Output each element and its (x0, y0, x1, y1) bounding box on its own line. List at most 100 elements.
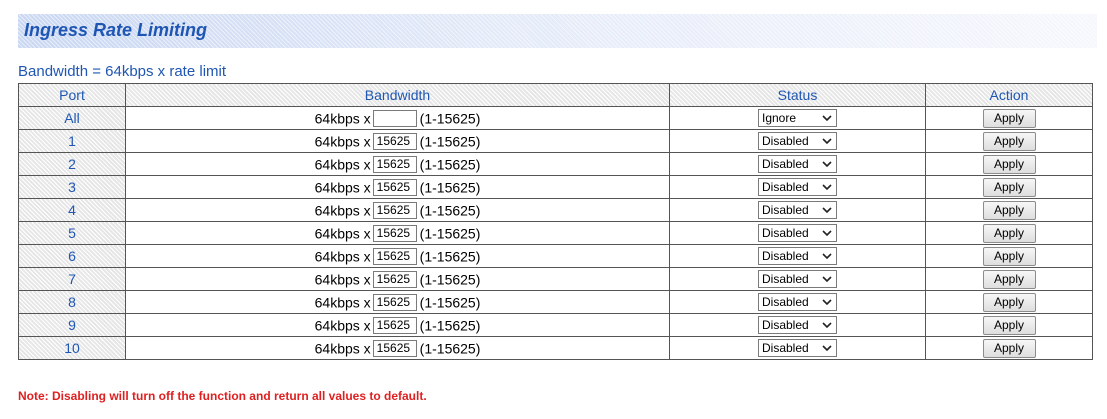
apply-button[interactable]: Apply (982, 292, 1036, 312)
apply-button[interactable]: Apply (982, 131, 1036, 151)
status-cell: Disabled (669, 175, 926, 199)
range-label: (1-15625) (419, 294, 481, 311)
bandwidth-prefix: 64kbps x (314, 133, 371, 150)
rate-limit-input[interactable] (372, 339, 417, 357)
port-label: 6 (18, 244, 126, 268)
bandwidth-prefix: 64kbps x (314, 110, 371, 127)
apply-button[interactable]: Apply (982, 338, 1036, 358)
action-cell: Apply (925, 198, 1093, 222)
status-value: Disabled (762, 318, 809, 333)
action-cell: Apply (925, 129, 1093, 153)
port-label: 8 (18, 290, 126, 314)
bandwidth-cell: 64kbps x (1-15625) (125, 198, 670, 222)
action-cell: Apply (925, 244, 1093, 268)
status-select[interactable]: Disabled (758, 316, 837, 335)
apply-button[interactable]: Apply (982, 315, 1036, 335)
table-row: 1 64kbps x (1-15625) Disabled Apply (18, 129, 1093, 153)
rate-limit-input[interactable] (372, 109, 417, 127)
table-row: 6 64kbps x (1-15625) Disabled Apply (18, 244, 1093, 268)
apply-button[interactable]: Apply (982, 246, 1036, 266)
table-row: 10 64kbps x (1-15625) Disabled Apply (18, 336, 1093, 360)
port-label: All (18, 106, 126, 130)
status-cell: Disabled (669, 244, 926, 268)
title-bar: Ingress Rate Limiting (18, 14, 1097, 48)
status-select[interactable]: Disabled (758, 178, 837, 197)
rate-limit-input[interactable] (372, 270, 417, 288)
status-select[interactable]: Disabled (758, 224, 837, 243)
status-select[interactable]: Disabled (758, 132, 837, 151)
apply-button[interactable]: Apply (982, 177, 1036, 197)
port-label: 1 (18, 129, 126, 153)
apply-button[interactable]: Apply (982, 154, 1036, 174)
rate-limit-input[interactable] (372, 293, 417, 311)
status-value: Disabled (762, 295, 809, 310)
rate-limit-input[interactable] (372, 316, 417, 334)
rate-limit-table: Port Bandwidth Status Action All 64kbps … (18, 83, 1093, 360)
action-cell: Apply (925, 336, 1093, 360)
bandwidth-cell: 64kbps x (1-15625) (125, 336, 670, 360)
rate-limit-input[interactable] (372, 224, 417, 242)
action-cell: Apply (925, 106, 1093, 130)
bandwidth-cell: 64kbps x (1-15625) (125, 290, 670, 314)
rate-limit-input[interactable] (372, 132, 417, 150)
status-select[interactable]: Disabled (758, 247, 837, 266)
status-value: Disabled (762, 341, 809, 356)
apply-button[interactable]: Apply (982, 269, 1036, 289)
status-cell: Disabled (669, 221, 926, 245)
bandwidth-prefix: 64kbps x (314, 340, 371, 357)
status-select[interactable]: Disabled (758, 293, 837, 312)
chevron-down-icon (822, 230, 832, 237)
status-select[interactable]: Disabled (758, 339, 837, 358)
status-cell: Disabled (669, 152, 926, 176)
range-label: (1-15625) (419, 317, 481, 334)
chevron-down-icon (822, 184, 832, 191)
chevron-down-icon (822, 345, 832, 352)
chevron-down-icon (822, 299, 832, 306)
port-label: 9 (18, 313, 126, 337)
status-select[interactable]: Disabled (758, 155, 837, 174)
status-cell: Disabled (669, 267, 926, 291)
rate-limit-input[interactable] (372, 247, 417, 265)
status-value: Disabled (762, 157, 809, 172)
bandwidth-cell: 64kbps x (1-15625) (125, 244, 670, 268)
bandwidth-cell: 64kbps x (1-15625) (125, 221, 670, 245)
range-label: (1-15625) (419, 202, 481, 219)
bandwidth-cell: 64kbps x (1-15625) (125, 267, 670, 291)
range-label: (1-15625) (419, 225, 481, 242)
range-label: (1-15625) (419, 156, 481, 173)
header-action: Action (925, 83, 1093, 107)
table-row: 9 64kbps x (1-15625) Disabled Apply (18, 313, 1093, 337)
rate-limit-input[interactable] (372, 155, 417, 173)
apply-button[interactable]: Apply (982, 108, 1036, 128)
status-value: Ignore (762, 111, 797, 126)
apply-button[interactable]: Apply (982, 200, 1036, 220)
bandwidth-prefix: 64kbps x (314, 225, 371, 242)
rate-limit-input[interactable] (372, 201, 417, 219)
action-cell: Apply (925, 313, 1093, 337)
bandwidth-prefix: 64kbps x (314, 156, 371, 173)
status-select[interactable]: Disabled (758, 201, 837, 220)
page-title: Ingress Rate Limiting (24, 20, 208, 40)
status-cell: Disabled (669, 129, 926, 153)
chevron-down-icon (822, 322, 832, 329)
port-label: 10 (18, 336, 126, 360)
chevron-down-icon (822, 276, 832, 283)
table-header-row: Port Bandwidth Status Action (18, 83, 1093, 107)
header-port: Port (18, 83, 126, 107)
status-value: Disabled (762, 226, 809, 241)
range-label: (1-15625) (419, 248, 481, 265)
rate-limit-input[interactable] (372, 178, 417, 196)
table-row: 8 64kbps x (1-15625) Disabled Apply (18, 290, 1093, 314)
status-select[interactable]: Ignore (758, 109, 837, 128)
chevron-down-icon (822, 161, 832, 168)
table-row: All 64kbps x (1-15625) Ignore Apply (18, 106, 1093, 130)
note-text: Note: Disabling will turn off the functi… (18, 389, 427, 403)
header-status: Status (669, 83, 926, 107)
status-cell: Ignore (669, 106, 926, 130)
apply-button[interactable]: Apply (982, 223, 1036, 243)
range-label: (1-15625) (419, 340, 481, 357)
chevron-down-icon (822, 115, 832, 122)
status-value: Disabled (762, 134, 809, 149)
status-select[interactable]: Disabled (758, 270, 837, 289)
bandwidth-prefix: 64kbps x (314, 317, 371, 334)
